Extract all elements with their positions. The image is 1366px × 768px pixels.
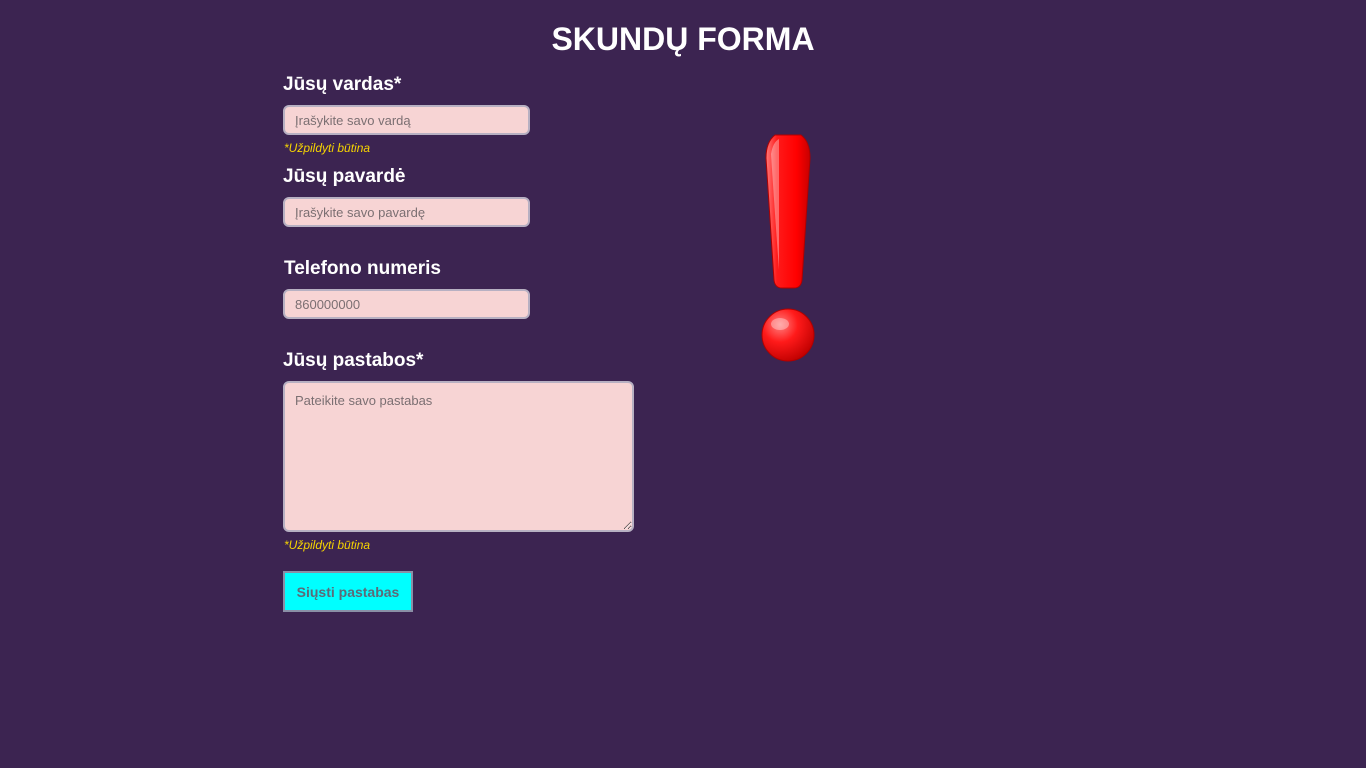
comments-textarea[interactable]	[283, 381, 634, 532]
first-name-required-hint: *Užpildyti būtina	[284, 141, 371, 155]
exclamation-mark-icon	[761, 134, 815, 362]
complaint-form-page: SKUNDŲ FORMA Jūsų vardas* *Užpildyti būt…	[0, 0, 1366, 768]
first-name-label: Jūsų vardas*	[283, 74, 402, 95]
page-title: SKUNDŲ FORMA	[551, 21, 815, 57]
phone-input[interactable]	[283, 289, 530, 319]
phone-label: Telefono numeris	[284, 258, 441, 279]
last-name-label: Jūsų pavardė	[283, 166, 406, 187]
last-name-input[interactable]	[283, 197, 530, 227]
comments-required-hint: *Užpildyti būtina	[284, 538, 371, 552]
submit-button[interactable]: Siųsti pastabas	[283, 571, 413, 612]
comments-label: Jūsų pastabos*	[283, 350, 424, 371]
first-name-input[interactable]	[283, 105, 530, 135]
